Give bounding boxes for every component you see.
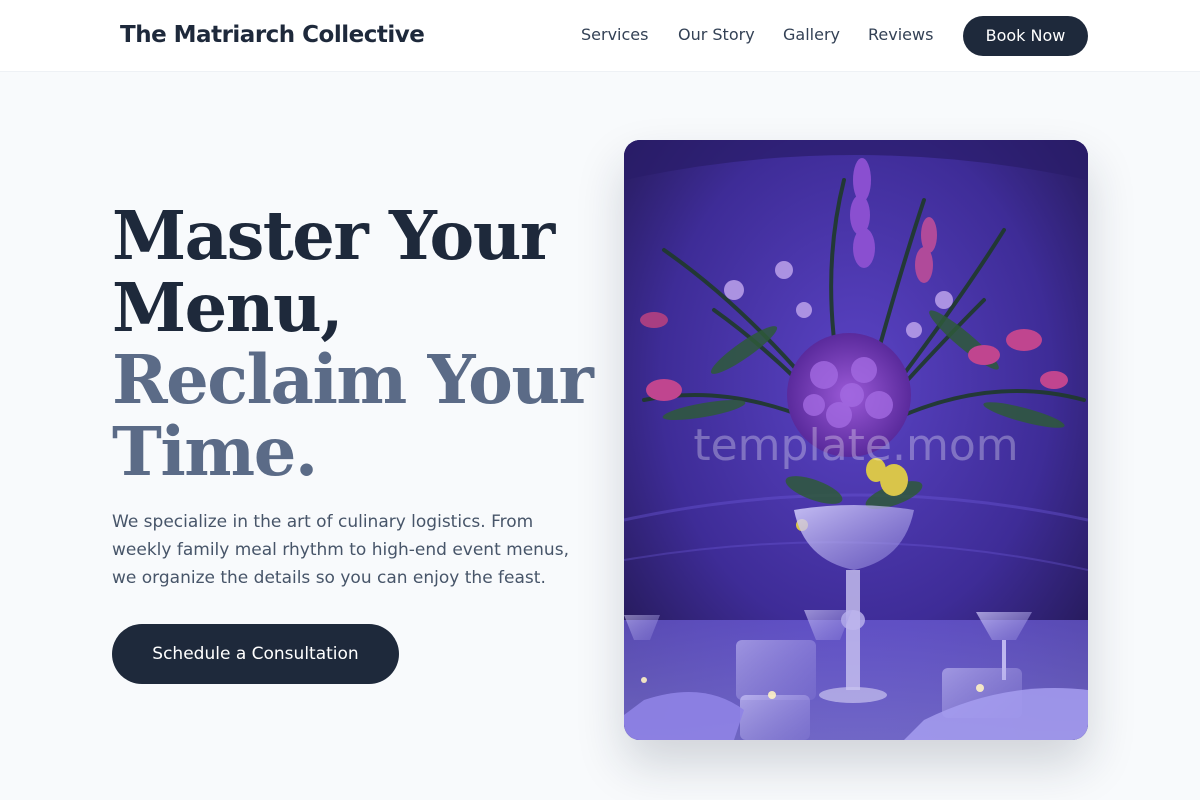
headline-line-1: Master Your: [112, 196, 555, 275]
floral-centerpiece-illustration: [624, 140, 1088, 740]
headline-line-3: Reclaim Your: [112, 340, 594, 419]
headline-line-4: Time.: [112, 412, 318, 491]
book-now-button[interactable]: Book Now: [963, 16, 1088, 56]
hero-image-floral-centerpiece: template.mom: [624, 140, 1088, 740]
schedule-consultation-button[interactable]: Schedule a Consultation: [112, 624, 399, 684]
hero-headline: Master Your Menu, Reclaim Your Time.: [112, 196, 594, 491]
headline-line-2: Menu,: [112, 268, 344, 347]
nav-link-our-story[interactable]: Our Story: [678, 24, 755, 46]
site-header: The Matriarch Collective Services Our St…: [0, 0, 1200, 72]
nav-link-gallery[interactable]: Gallery: [783, 24, 840, 46]
nav-link-services[interactable]: Services: [581, 24, 648, 46]
nav-link-reviews[interactable]: Reviews: [868, 24, 933, 46]
brand-logo-text[interactable]: The Matriarch Collective: [120, 20, 425, 50]
hero-intro-text: We specialize in the art of culinary log…: [112, 512, 569, 588]
